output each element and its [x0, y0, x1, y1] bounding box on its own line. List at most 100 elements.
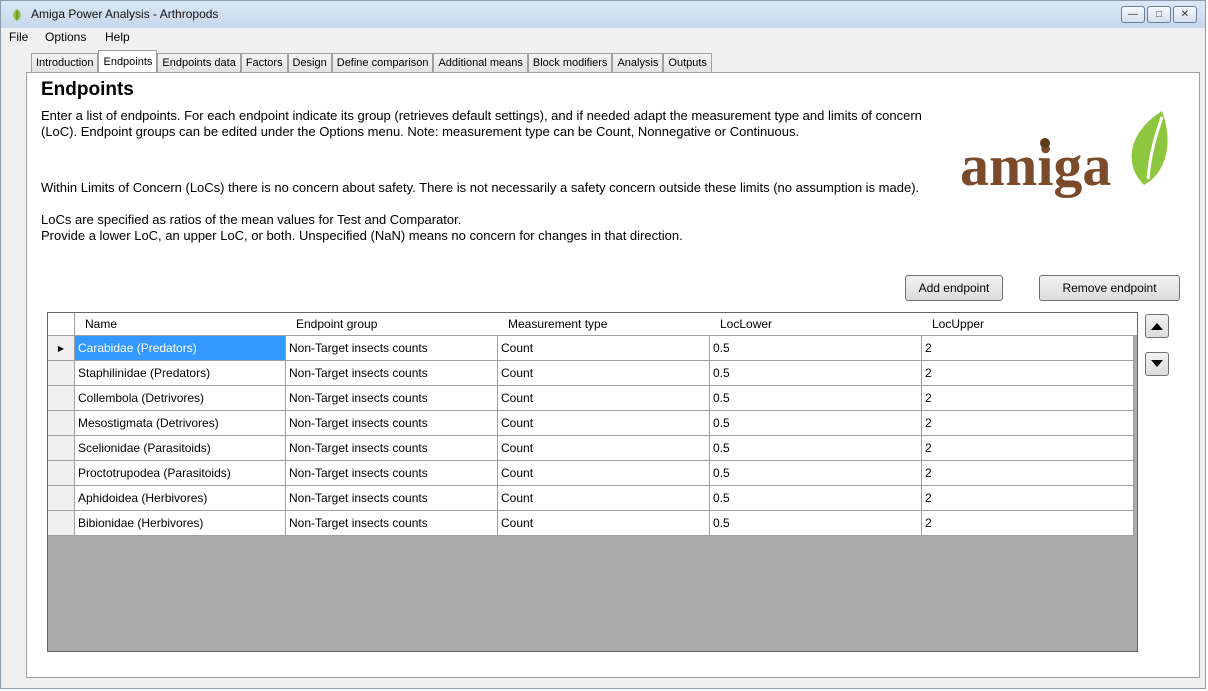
- cell-name[interactable]: Mesostigmata (Detrivores): [75, 411, 286, 436]
- tab-introduction[interactable]: Introduction: [31, 53, 99, 72]
- cell-measurement-type[interactable]: Count: [498, 486, 710, 511]
- cell-loclower[interactable]: 0.5: [710, 511, 922, 536]
- cell-endpoint-group[interactable]: Non-Target insects counts: [286, 361, 498, 386]
- arrow-up-icon: [1151, 323, 1163, 330]
- cell-name[interactable]: Scelionidae (Parasitoids): [75, 436, 286, 461]
- cell-name[interactable]: Carabidae (Predators): [75, 336, 286, 361]
- cell-locupper[interactable]: 2: [922, 511, 1134, 536]
- menu-file[interactable]: File: [9, 30, 28, 44]
- row-header-corner: [48, 313, 75, 335]
- tab-strip: Introduction Endpoints Endpoints data Fa…: [31, 50, 712, 72]
- column-header-measurement-type[interactable]: Measurement type: [498, 313, 710, 335]
- loc-nan-note: Provide a lower LoC, an upper LoC, or bo…: [41, 228, 683, 243]
- menu-bar: File Options Help: [1, 28, 1205, 48]
- cell-loclower[interactable]: 0.5: [710, 486, 922, 511]
- cell-locupper[interactable]: 2: [922, 461, 1134, 486]
- add-endpoint-button[interactable]: Add endpoint: [905, 275, 1003, 301]
- row-selector[interactable]: [48, 461, 75, 486]
- cell-endpoint-group[interactable]: Non-Target insects counts: [286, 461, 498, 486]
- move-up-button[interactable]: [1145, 314, 1169, 338]
- row-selector[interactable]: [48, 386, 75, 411]
- column-header-locupper[interactable]: LocUpper: [922, 313, 1134, 335]
- tab-endpoints-data[interactable]: Endpoints data: [157, 53, 241, 72]
- column-header-loclower[interactable]: LocLower: [710, 313, 922, 335]
- tab-block-modifiers[interactable]: Block modifiers: [527, 53, 613, 72]
- row-selector[interactable]: [48, 436, 75, 461]
- close-button[interactable]: ✕: [1173, 6, 1197, 23]
- row-selector[interactable]: [48, 511, 75, 536]
- maximize-icon: □: [1155, 9, 1163, 20]
- table-row[interactable]: Staphilinidae (Predators) Non-Target ins…: [48, 361, 1137, 386]
- endpoints-panel: Endpoints Enter a list of endpoints. For…: [26, 72, 1200, 678]
- table-row[interactable]: Proctotrupodea (Parasitoids) Non-Target …: [48, 461, 1137, 486]
- cell-loclower[interactable]: 0.5: [710, 411, 922, 436]
- cell-endpoint-group[interactable]: Non-Target insects counts: [286, 486, 498, 511]
- cell-endpoint-group[interactable]: Non-Target insects counts: [286, 386, 498, 411]
- menu-options[interactable]: Options: [45, 30, 86, 44]
- row-selector[interactable]: [48, 361, 75, 386]
- tab-define-comparison[interactable]: Define comparison: [331, 53, 434, 72]
- leaf-icon: [13, 9, 21, 21]
- cell-name[interactable]: Bibionidae (Herbivores): [75, 511, 286, 536]
- cell-locupper[interactable]: 2: [922, 411, 1134, 436]
- cell-loclower[interactable]: 0.5: [710, 461, 922, 486]
- column-header-name[interactable]: Name: [75, 313, 286, 335]
- table-row[interactable]: Bibionidae (Herbivores) Non-Target insec…: [48, 511, 1137, 536]
- cell-name[interactable]: Proctotrupodea (Parasitoids): [75, 461, 286, 486]
- table-row[interactable]: Mesostigmata (Detrivores) Non-Target ins…: [48, 411, 1137, 436]
- cell-locupper[interactable]: 2: [922, 336, 1134, 361]
- cell-endpoint-group[interactable]: Non-Target insects counts: [286, 511, 498, 536]
- intro-text: Enter a list of endpoints. For each endp…: [41, 108, 922, 139]
- cell-name[interactable]: Aphidoidea (Herbivores): [75, 486, 286, 511]
- cell-endpoint-group[interactable]: Non-Target insects counts: [286, 436, 498, 461]
- tab-endpoints[interactable]: Endpoints: [98, 50, 158, 72]
- table-row[interactable]: Collembola (Detrivores) Non-Target insec…: [48, 386, 1137, 411]
- loc-description: Within Limits of Concern (LoCs) there is…: [41, 180, 920, 195]
- logo-text: amiga: [960, 133, 1111, 198]
- cell-locupper[interactable]: 2: [922, 386, 1134, 411]
- table-row[interactable]: Scelionidae (Parasitoids) Non-Target ins…: [48, 436, 1137, 461]
- cell-measurement-type[interactable]: Count: [498, 461, 710, 486]
- cell-endpoint-group[interactable]: Non-Target insects counts: [286, 336, 498, 361]
- cell-measurement-type[interactable]: Count: [498, 386, 710, 411]
- column-header-endpoint-group[interactable]: Endpoint group: [286, 313, 498, 335]
- cell-measurement-type[interactable]: Count: [498, 411, 710, 436]
- cell-loclower[interactable]: 0.5: [710, 436, 922, 461]
- table-row[interactable]: ▶ Carabidae (Predators) Non-Target insec…: [48, 336, 1137, 361]
- endpoints-table: Name Endpoint group Measurement type Loc…: [47, 312, 1138, 652]
- table-row[interactable]: Aphidoidea (Herbivores) Non-Target insec…: [48, 486, 1137, 511]
- cell-name[interactable]: Collembola (Detrivores): [75, 386, 286, 411]
- move-down-button[interactable]: [1145, 352, 1169, 376]
- menu-help[interactable]: Help: [105, 30, 130, 44]
- loc-ratio-note: LoCs are specified as ratios of the mean…: [41, 212, 462, 227]
- cell-locupper[interactable]: 2: [922, 361, 1134, 386]
- cell-name[interactable]: Staphilinidae (Predators): [75, 361, 286, 386]
- cell-loclower[interactable]: 0.5: [710, 361, 922, 386]
- minimize-button[interactable]: —: [1121, 6, 1145, 23]
- cell-locupper[interactable]: 2: [922, 486, 1134, 511]
- cell-locupper[interactable]: 2: [922, 436, 1134, 461]
- title-bar: Amiga Power Analysis - Arthropods — □ ✕: [1, 1, 1205, 28]
- tab-additional-means[interactable]: Additional means: [433, 53, 528, 72]
- maximize-button[interactable]: □: [1147, 6, 1171, 23]
- tab-design[interactable]: Design: [287, 53, 332, 72]
- cell-endpoint-group[interactable]: Non-Target insects counts: [286, 411, 498, 436]
- cell-measurement-type[interactable]: Count: [498, 361, 710, 386]
- cell-measurement-type[interactable]: Count: [498, 436, 710, 461]
- cell-loclower[interactable]: 0.5: [710, 336, 922, 361]
- cell-measurement-type[interactable]: Count: [498, 511, 710, 536]
- cell-loclower[interactable]: 0.5: [710, 386, 922, 411]
- tab-analysis[interactable]: Analysis: [612, 53, 664, 72]
- amiga-logo: amiga: [960, 111, 1168, 198]
- page-title: Endpoints: [41, 79, 134, 100]
- row-selector[interactable]: [48, 411, 75, 436]
- tab-outputs[interactable]: Outputs: [663, 53, 712, 72]
- cell-measurement-type[interactable]: Count: [498, 336, 710, 361]
- table-body: ▶ Carabidae (Predators) Non-Target insec…: [48, 336, 1137, 536]
- tab-factors[interactable]: Factors: [240, 53, 288, 72]
- row-selector[interactable]: [48, 486, 75, 511]
- window-title: Amiga Power Analysis - Arthropods: [31, 7, 219, 21]
- minimize-icon: —: [1128, 9, 1138, 20]
- remove-endpoint-button[interactable]: Remove endpoint: [1039, 275, 1180, 301]
- row-selector-icon[interactable]: ▶: [48, 336, 75, 361]
